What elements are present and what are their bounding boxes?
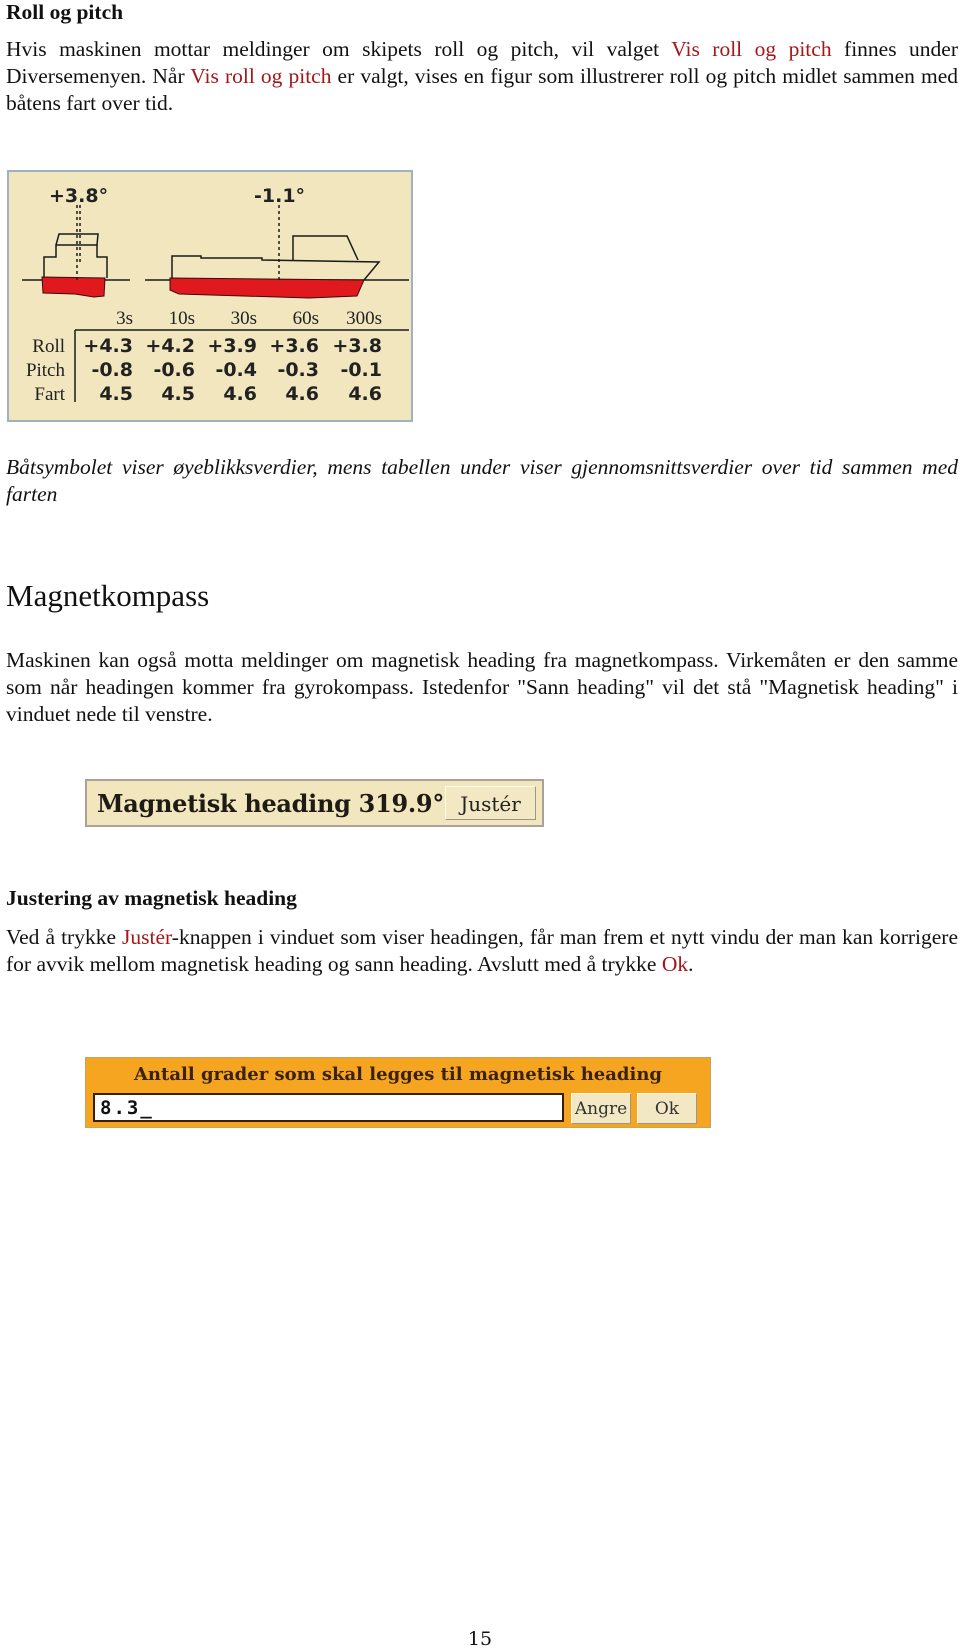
heading-correction-dialog: Antall grader som skal legges til magnet… [85,1057,711,1128]
table-cell: +4.2 [145,335,195,357]
roll-pitch-paragraph: Hvis maskinen mottar meldinger om skipet… [6,36,958,117]
ui-reference: Vis roll og pitch [671,37,832,61]
table-cell: +3.9 [207,335,257,357]
table-cell: -0.3 [277,359,319,381]
section-title-magnetkompass: Magnetkompass [6,578,210,613]
table-cell: 4.5 [99,383,133,405]
table-cell: -0.4 [215,359,257,381]
table-row-label: Fart [34,384,65,405]
table-column-header: 60s [293,308,319,329]
roll-pitch-figure: +3.8° -1.1° 3s 10s 30s 60s 300s Roll +4.3 +4.2 +… [7,170,413,422]
table-cell: 4.6 [223,383,257,405]
page-number: 15 [467,1628,493,1650]
table-cell: +4.3 [83,335,133,357]
ok-button[interactable]: Ok [637,1093,697,1124]
dialog-title: Antall grader som skal legges til magnet… [133,1064,663,1085]
adjust-heading-paragraph: Ved å trykke Justér-knappen i vinduet so… [6,924,958,978]
section-title-adjust-heading: Justering av magnetisk heading [6,886,297,910]
text-run: . [688,952,694,976]
table-cell: +3.8 [332,335,382,357]
pitch-angle-label: -1.1° [254,185,305,207]
table-cell: 4.6 [348,383,382,405]
table-column-header: 10s [169,308,195,329]
magnetic-heading-readout: Magnetisk heading 319.9° [97,789,445,818]
table-cell: -0.6 [153,359,195,381]
adjust-button[interactable]: Justér [445,786,536,820]
magnetkompass-paragraph: Maskinen kan også motta meldinger om mag… [6,648,958,726]
figure-caption: Båtsymbolet viser øyeblikksverdier, mens… [6,455,958,506]
table-row-label: Roll [32,336,65,357]
ui-reference: Justér [122,925,172,949]
text-run: Hvis maskinen mottar meldinger om skipet… [6,37,672,61]
table-column-header: 300s [346,308,382,329]
table-cell: -0.1 [340,359,382,381]
roll-pitch-graphic: +3.8° -1.1° 3s 10s 30s 60s 300s Roll +4.3 +4.2 +… [22,185,409,405]
table-cell: +3.6 [269,335,319,357]
ui-reference: Vis roll og pitch [190,64,332,88]
table-cell: 4.5 [161,383,195,405]
section-title-roll-pitch: Roll og pitch [6,0,124,24]
table-cell: -0.8 [91,359,133,381]
cancel-button[interactable]: Angre [571,1093,631,1124]
table-column-header: 3s [116,308,133,329]
magnetic-heading-panel: Magnetisk heading 319.9° Justér [85,779,544,827]
ui-reference: Ok [661,952,689,976]
roll-pitch-table: 3s 10s 30s 60s 300s Roll +4.3 +4.2 +3.9 +3.6 +3.8 P… [26,308,382,405]
stern-view-boat-icon [22,205,130,298]
table-column-header: 30s [231,308,257,329]
table-cell: 4.6 [285,383,319,405]
degrees-input[interactable]: 8.3_ [93,1093,564,1122]
side-view-boat-icon [145,205,409,299]
roll-angle-label: +3.8° [49,185,108,207]
table-row-label: Pitch [26,360,66,381]
text-run: Ved å trykke [6,925,123,949]
